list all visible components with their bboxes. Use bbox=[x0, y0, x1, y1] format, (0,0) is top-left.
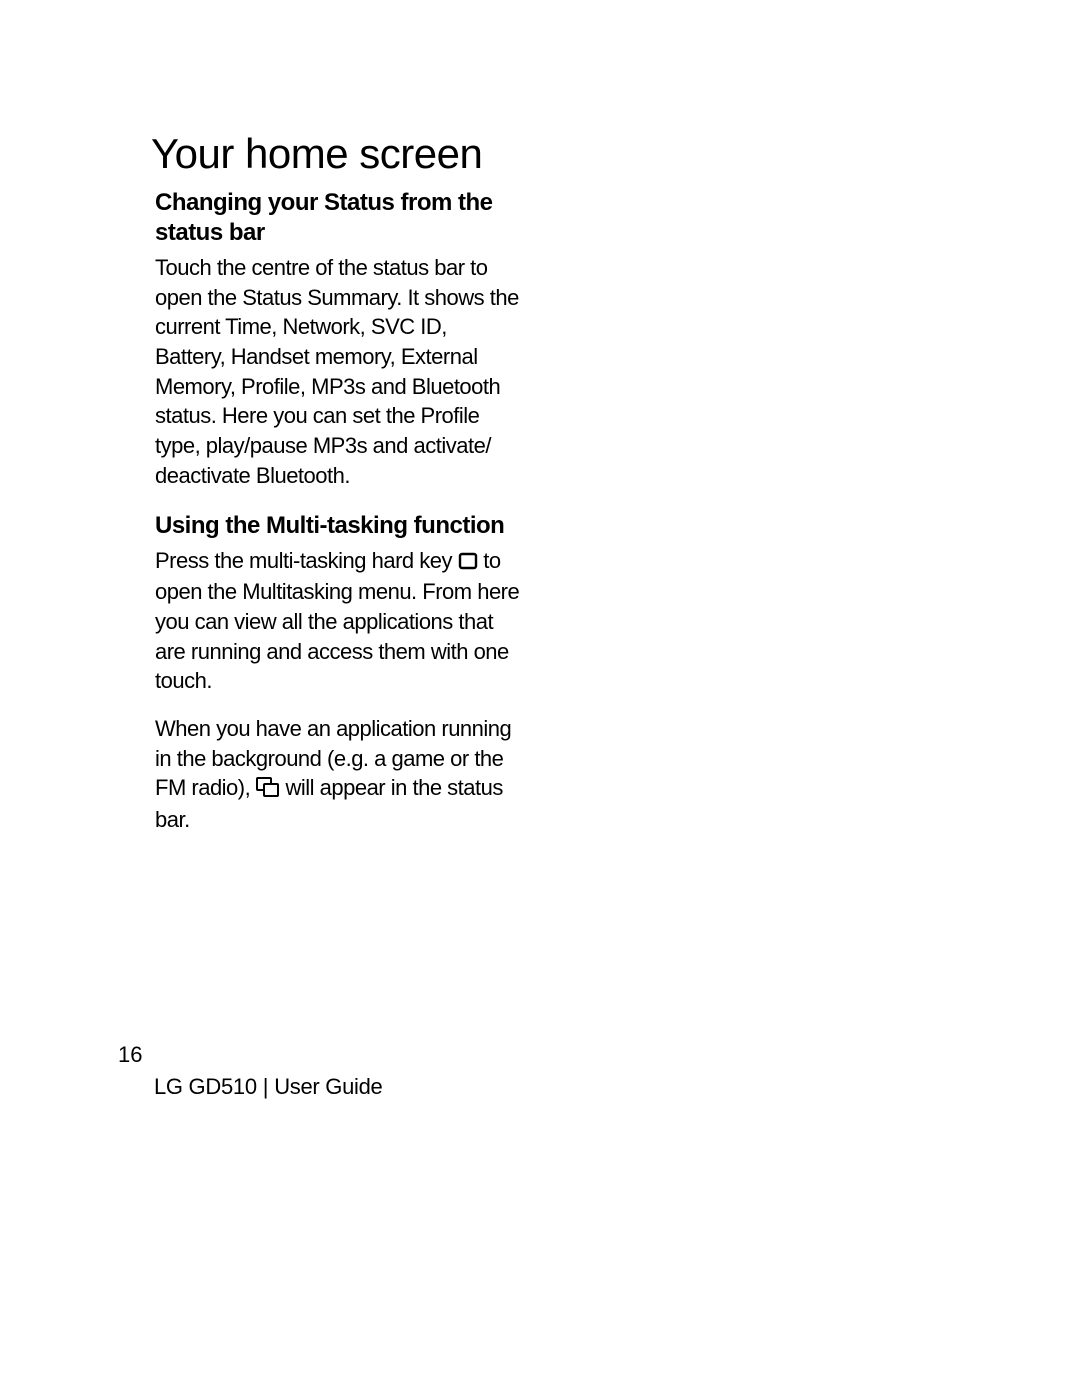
page-footer: 16 LG GD510|User Guide bbox=[118, 1042, 382, 1100]
section-heading: Using the Multi-tasking function bbox=[155, 511, 520, 541]
body-paragraph: When you have an application running in … bbox=[155, 714, 520, 835]
page-number: 16 bbox=[118, 1042, 382, 1068]
multitask-key-icon bbox=[458, 548, 478, 578]
section-multitasking: Using the Multi-tasking function Press t… bbox=[155, 511, 520, 835]
footer-text: LG GD510|User Guide bbox=[154, 1074, 382, 1100]
page-title: Your home screen bbox=[151, 130, 520, 178]
section-status-bar: Changing your Status from the status bar… bbox=[155, 188, 520, 491]
background-app-icon bbox=[256, 775, 280, 805]
text-run: Press the multi-tasking hard key bbox=[155, 548, 458, 573]
section-heading: Changing your Status from the status bar bbox=[155, 188, 520, 248]
footer-doc-type: User Guide bbox=[274, 1074, 382, 1099]
body-paragraph: Press the multi-tasking hard key to open… bbox=[155, 546, 520, 696]
footer-divider: | bbox=[263, 1074, 268, 1099]
body-paragraph: Touch the centre of the status bar to op… bbox=[155, 253, 520, 491]
footer-model: LG GD510 bbox=[154, 1074, 257, 1099]
page-content: Your home screen Changing your Status fr… bbox=[155, 130, 520, 835]
